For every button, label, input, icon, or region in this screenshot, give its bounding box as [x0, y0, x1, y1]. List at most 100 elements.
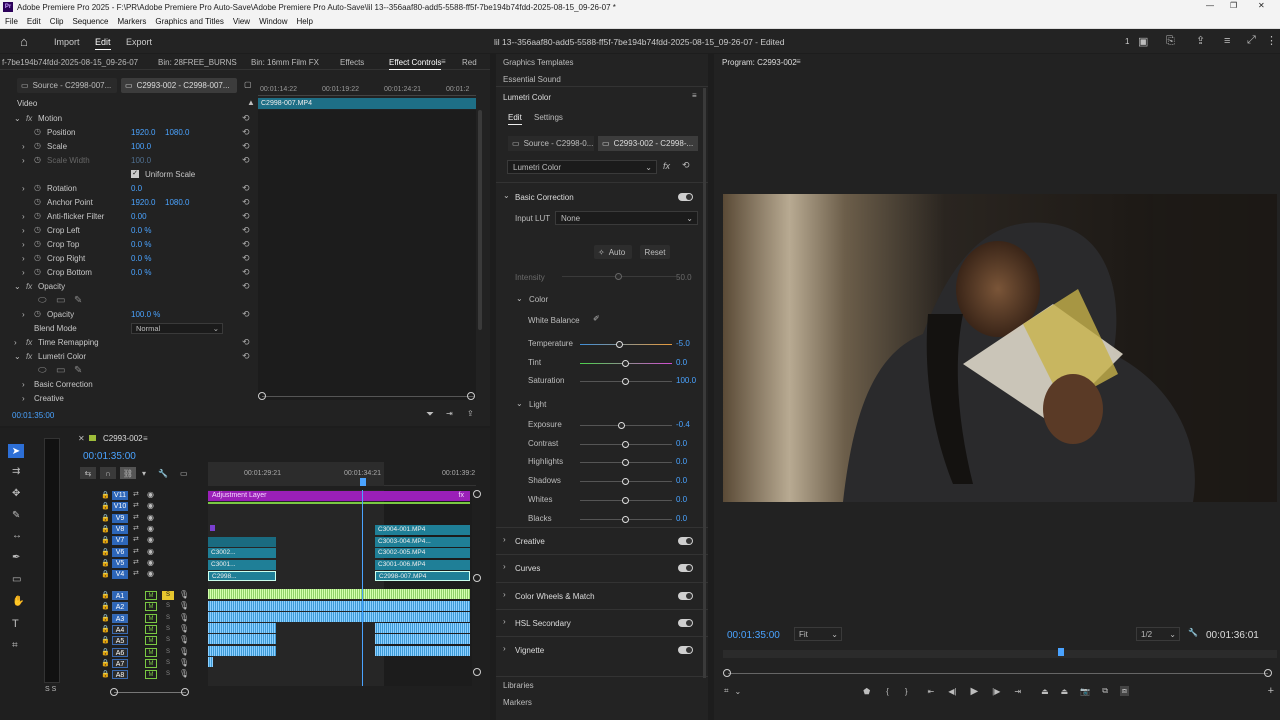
reset-parameter-icon[interactable]: ⟲ — [242, 127, 250, 138]
wrench-icon[interactable]: 🔧 — [158, 469, 168, 478]
sync-lock-icon[interactable]: ⇄ — [133, 501, 139, 509]
solo-button[interactable]: S — [162, 670, 174, 679]
tab-lumetri-edit[interactable]: Edit — [508, 113, 522, 125]
effect-property-row[interactable]: Blend Mode Normal ⌄ — [0, 322, 258, 336]
comment-icon[interactable]: ⎘ — [1166, 35, 1175, 48]
go-to-out-icon[interactable]: ⇥ — [1014, 687, 1021, 696]
lumetri-slider[interactable] — [580, 422, 672, 429]
bottom-scroll[interactable] — [262, 396, 474, 397]
chevron-down-icon[interactable]: ⌄ — [14, 114, 21, 123]
video-clip[interactable]: C3003-004.MP4... — [375, 537, 470, 547]
vscroll-handle[interactable] — [473, 574, 481, 582]
voiceover-mic-icon[interactable]: 🎙 — [179, 601, 189, 610]
effect-property-value[interactable]: 0.0 — [131, 184, 142, 193]
audio-meter-solo[interactable]: S S — [45, 686, 56, 693]
reset-parameter-icon[interactable]: ⟲ — [242, 211, 250, 222]
menu-sequence[interactable]: Sequence — [72, 17, 108, 26]
video-clip[interactable]: C3002-005.MP4 — [375, 548, 470, 558]
video-clip[interactable]: C2998-007.MP4 — [375, 571, 470, 581]
marker[interactable] — [210, 525, 215, 531]
voiceover-mic-icon[interactable]: 🎙 — [179, 624, 189, 633]
reset-parameter-icon[interactable]: ⟲ — [242, 141, 250, 152]
mark-in-icon[interactable]: { — [886, 687, 889, 696]
solo-button[interactable]: S — [162, 602, 174, 611]
program-timecode[interactable]: 00:01:35:00 — [727, 630, 780, 641]
playhead-marker[interactable] — [360, 478, 366, 486]
effect-property-value[interactable]: 100.0 — [131, 142, 151, 151]
stopwatch-icon[interactable]: ◷ — [34, 141, 41, 150]
audio-clip-a5[interactable] — [208, 634, 276, 644]
fx-icon[interactable]: fx — [26, 282, 32, 291]
voiceover-mic-icon[interactable]: 🎙 — [179, 590, 189, 599]
effect-property-value[interactable]: 1920.0 — [131, 128, 155, 137]
tab-menu-icon[interactable]: ≡ — [441, 57, 446, 66]
solo-button[interactable]: S — [162, 659, 174, 668]
audio-clip-a7[interactable] — [208, 657, 213, 667]
chevron-right-icon[interactable]: › — [22, 212, 25, 221]
section-enable-toggle[interactable] — [678, 537, 693, 545]
minimize-button[interactable]: — — [1206, 1, 1214, 10]
track-target[interactable]: V4 — [112, 570, 128, 580]
chevron-right-icon[interactable]: › — [22, 142, 25, 151]
effect-property-row[interactable]: ◷ Anchor Point 1920.0 1080.0 ⟲ — [0, 196, 258, 210]
step-forward-icon[interactable]: |▶ — [992, 687, 1000, 696]
sequence-menu-icon[interactable]: ≡ — [143, 434, 148, 443]
stopwatch-icon[interactable]: ◷ — [34, 267, 41, 276]
program-menu-icon[interactable]: ≡ — [796, 57, 801, 66]
lock-icon[interactable]: 🔒 — [101, 659, 110, 667]
multi-cam-icon[interactable]: ⧈ — [1119, 686, 1129, 696]
lumetri-slider-value[interactable]: -0.4 — [676, 420, 690, 429]
chevron-down-icon[interactable]: ⌄ — [735, 687, 742, 696]
export-icon[interactable]: ⇪ — [467, 409, 474, 418]
reset-parameter-icon[interactable]: ⟲ — [242, 239, 250, 250]
pen-mask-icon[interactable]: ✎ — [74, 295, 82, 306]
add-marker-icon[interactable]: ⬟ — [863, 687, 870, 696]
program-video-frame[interactable] — [723, 194, 1277, 502]
lumetri-section-header[interactable]: › Curves — [496, 554, 708, 575]
scroll-handle-right[interactable] — [181, 688, 189, 696]
lock-icon[interactable]: 🔒 — [101, 670, 110, 678]
lumetri-source-chip[interactable]: ▭ Source - C2998-0... — [508, 136, 594, 151]
timeline-close-icon[interactable]: ✕ — [78, 434, 85, 443]
mute-button[interactable]: M — [145, 658, 157, 668]
effect-property-value[interactable]: 0.0 % — [131, 254, 151, 263]
program-playhead[interactable] — [1058, 648, 1064, 656]
effect-property-row[interactable]: ⬭ ▭ ✎ — [0, 294, 258, 308]
lumetri-slider-value[interactable]: 0.0 — [676, 495, 687, 504]
menu-help[interactable]: Help — [297, 17, 313, 26]
reset-parameter-icon[interactable]: ⟲ — [242, 267, 250, 278]
reset-effect-icon[interactable]: ⟲ — [682, 160, 690, 171]
mute-button[interactable]: M — [145, 670, 157, 680]
home-icon[interactable]: ⌂ — [20, 34, 28, 49]
tab-edit[interactable]: Edit — [95, 37, 111, 50]
go-to-in-icon[interactable]: ⇤ — [928, 687, 935, 696]
lumetri-slider[interactable] — [580, 478, 672, 486]
video-clip[interactable]: C3001-006.MP4 — [375, 560, 470, 570]
rectangle-mask-icon[interactable]: ▭ — [56, 365, 65, 376]
track-target[interactable]: V7 — [112, 536, 128, 546]
track-target[interactable]: V11 — [112, 491, 128, 500]
mark-out-icon[interactable]: } — [905, 687, 908, 696]
lumetri-slider[interactable] — [580, 496, 672, 504]
ripple-edit-icon[interactable]: ✥ — [12, 488, 20, 499]
nest-icon[interactable]: ⇆ — [80, 467, 96, 479]
track-target[interactable]: V6 — [112, 547, 128, 557]
lock-icon[interactable]: 🔒 — [101, 614, 110, 622]
stopwatch-icon[interactable]: ◷ — [34, 183, 41, 192]
color-section-label[interactable]: Color — [529, 295, 548, 304]
section-enable-toggle[interactable] — [678, 591, 693, 600]
sync-lock-icon[interactable]: ⇄ — [133, 547, 139, 555]
section-enable-toggle[interactable] — [678, 564, 693, 573]
resolution-select[interactable]: 1/2 ⌄ — [1136, 627, 1180, 641]
section-enable-toggle[interactable] — [678, 646, 693, 655]
eyedropper-icon[interactable]: ✐ — [593, 314, 600, 323]
tab-export[interactable]: Export — [126, 37, 152, 47]
effect-property-row[interactable]: ✓ Uniform Scale — [0, 168, 258, 182]
sync-lock-icon[interactable]: ⇄ — [133, 513, 139, 521]
timeline-hscroll[interactable] — [114, 692, 186, 693]
eye-icon[interactable]: ◉ — [147, 490, 154, 499]
chevron-right-icon[interactable]: › — [22, 156, 25, 165]
program-title[interactable]: Program: C2993-002 — [722, 58, 797, 67]
lock-icon[interactable]: 🔒 — [101, 591, 110, 599]
effect-property-value[interactable]: 1080.0 — [165, 198, 189, 207]
